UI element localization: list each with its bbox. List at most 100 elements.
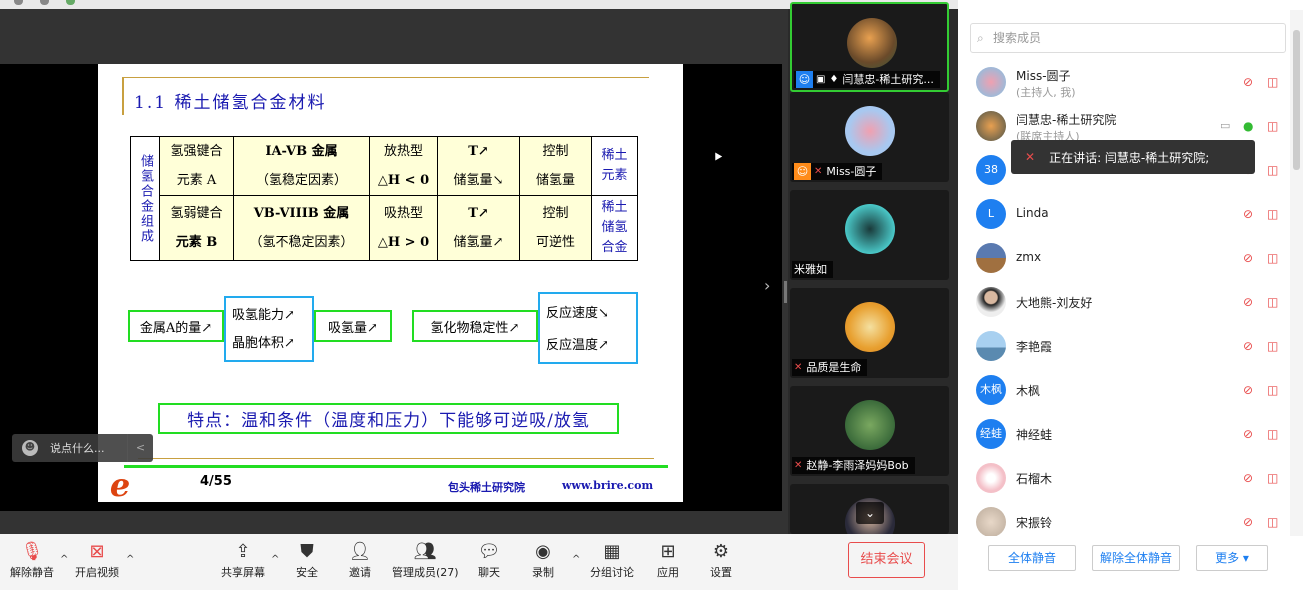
breakout-button[interactable]: ▦ 分组讨论 bbox=[588, 540, 636, 584]
mic-muted-icon[interactable]: ⊘ bbox=[1243, 339, 1255, 353]
camera-off-icon[interactable]: ◫ bbox=[1267, 515, 1281, 529]
gear-icon: ⚙ bbox=[712, 541, 730, 562]
scrollbar-thumb[interactable] bbox=[1293, 30, 1300, 170]
mic-muted-icon: ✕ bbox=[1025, 150, 1036, 164]
mic-active-icon[interactable]: ● bbox=[1243, 119, 1253, 133]
table-cell: T↗ bbox=[468, 206, 489, 221]
speaking-tooltip: ✕ 正在讲话: 闫慧忠-稀土研究院; bbox=[1011, 140, 1255, 174]
record-button[interactable]: ◉ 录制 bbox=[528, 540, 558, 584]
security-button[interactable]: ⛊ 安全 bbox=[290, 540, 324, 584]
participant-row[interactable]: 宋振铃 ⊘ ◫ bbox=[958, 500, 1288, 536]
camera-off-icon[interactable]: ◫ bbox=[1267, 427, 1281, 441]
panel-scrollbar[interactable] bbox=[1290, 10, 1303, 590]
chevron-up-icon[interactable]: ^ bbox=[60, 554, 68, 565]
breakout-icon: ▦ bbox=[603, 541, 621, 562]
camera-off-icon[interactable]: ◫ bbox=[1267, 251, 1281, 265]
video-tile[interactable]: ☺ ▣ ♦ 闫慧忠-稀土研究... bbox=[790, 2, 949, 92]
chat-button[interactable]: 💬︎ 聊天 bbox=[474, 540, 504, 584]
unmute-button[interactable]: 🎙︎ 解除静音 bbox=[8, 540, 56, 584]
camera-off-icon[interactable]: ◫ bbox=[1267, 471, 1281, 485]
mic-muted-icon[interactable]: ⊘ bbox=[1243, 295, 1255, 309]
chevron-up-icon[interactable]: ^ bbox=[271, 554, 279, 565]
participant-row[interactable]: L Linda ⊘ ◫ bbox=[958, 192, 1288, 236]
participant-row[interactable]: 石榴木 ⊘ ◫ bbox=[958, 456, 1288, 500]
mic-muted-icon[interactable]: ⊘ bbox=[1243, 207, 1255, 221]
table-cell: IA-VB 金属 bbox=[265, 144, 338, 159]
participant-row[interactable]: Miss-圆子 (主持人, 我) ⊘ ◫ bbox=[958, 60, 1288, 104]
slide-org: 包头稀土研究院 bbox=[448, 481, 525, 494]
avatar bbox=[976, 331, 1006, 361]
member-search-input[interactable]: ⌕ 搜索成员 bbox=[970, 23, 1286, 53]
mic-muted-icon[interactable]: ⊘ bbox=[1243, 427, 1255, 441]
chevron-up-icon[interactable]: ^ bbox=[572, 554, 580, 565]
participant-row[interactable]: 李艳霞 ⊘ ◫ bbox=[958, 324, 1288, 368]
participant-name: 大地熊-刘友好 bbox=[1016, 296, 1093, 310]
mic-muted-icon: ✕ bbox=[794, 460, 803, 471]
chat-collapse-button[interactable]: < bbox=[127, 434, 153, 462]
share-screen-button[interactable]: ⇪ 共享屏幕 bbox=[218, 540, 268, 584]
video-tile[interactable]: ☺ ✕ Miss-圆子 bbox=[790, 92, 949, 182]
avatar: L bbox=[976, 199, 1006, 229]
invite-button[interactable]: 👤︎ 邀请 bbox=[344, 540, 376, 584]
start-video-button[interactable]: ⊠ 开启视频 bbox=[72, 540, 122, 584]
mic-muted-icon[interactable]: ⊘ bbox=[1243, 75, 1255, 89]
participant-name: Linda bbox=[1016, 206, 1049, 220]
mic-muted-icon[interactable]: ⊘ bbox=[1243, 515, 1255, 529]
video-tile[interactable]: ✕ 赵静-李雨泽妈妈Bob bbox=[790, 386, 949, 476]
table-cell: △H > 0 bbox=[377, 235, 430, 250]
participant-row[interactable]: 大地熊-刘友好 ⊘ ◫ bbox=[958, 280, 1288, 324]
camera-off-icon[interactable]: ◫ bbox=[1267, 339, 1281, 353]
video-tile[interactable]: ⌄ bbox=[790, 484, 949, 534]
avatar bbox=[845, 302, 895, 352]
apps-button[interactable]: ⊞ 应用 bbox=[654, 540, 682, 584]
camera-off-icon[interactable]: ◫ bbox=[1267, 295, 1281, 309]
mic-muted-icon[interactable]: ⊘ bbox=[1243, 471, 1255, 485]
collapse-arrow-icon[interactable]: › bbox=[764, 276, 770, 295]
settings-button[interactable]: ⚙ 设置 bbox=[706, 540, 736, 584]
mute-all-button[interactable]: 全体静音 bbox=[988, 545, 1076, 571]
camera-off-icon[interactable]: ◫ bbox=[1267, 207, 1281, 221]
panel-footer: 全体静音 解除全体静音 更多 ▾ bbox=[958, 536, 1303, 590]
breakout-label: 分组讨论 bbox=[590, 566, 634, 579]
video-tile[interactable]: 米雅如 bbox=[790, 190, 949, 280]
camera-off-icon[interactable]: ◫ bbox=[1267, 119, 1281, 133]
participant-name: 石榴木 bbox=[1016, 472, 1053, 486]
video-tile-label: ☺ ▣ ♦ 闫慧忠-稀土研究... bbox=[794, 71, 940, 88]
resize-handle[interactable] bbox=[784, 281, 787, 303]
shield-icon: ⛊ bbox=[300, 541, 314, 562]
settings-label: 设置 bbox=[710, 566, 732, 579]
participant-row[interactable]: zmx ⊘ ◫ bbox=[958, 236, 1288, 280]
host-icon: ☺ bbox=[796, 71, 813, 88]
flow1-box-a: 金属A的量↗ bbox=[128, 310, 224, 342]
mic-muted-icon[interactable]: ⊘ bbox=[1243, 383, 1255, 397]
search-placeholder: 搜索成员 bbox=[993, 31, 1042, 45]
avatar bbox=[976, 507, 1006, 536]
flow2-box-a: 氢化物稳定性↗ bbox=[412, 310, 538, 342]
camera-off-icon[interactable]: ◫ bbox=[1267, 383, 1281, 397]
camera-off-icon[interactable]: ◫ bbox=[1267, 75, 1281, 89]
more-button[interactable]: 更多 ▾ bbox=[1196, 545, 1268, 571]
meeting-toolbar: 🎙︎ 解除静音 ^ ⊠ 开启视频 ^ ⇪ 共享屏幕 ^ ⛊ 安全 👤︎ 邀请 👥… bbox=[0, 534, 958, 590]
video-tile-label: ☺ ✕ Miss-圆子 bbox=[792, 163, 883, 180]
manage-members-button[interactable]: 👥︎ 管理成员(27) bbox=[392, 540, 459, 584]
chevron-up-icon[interactable]: ^ bbox=[126, 554, 134, 565]
share-screen-label: 共享屏幕 bbox=[221, 566, 265, 579]
participant-row[interactable]: 木枫 木枫 ⊘ ◫ bbox=[958, 368, 1288, 412]
unmute-all-button[interactable]: 解除全体静音 bbox=[1092, 545, 1180, 571]
chat-input[interactable]: ☻ 说点什么... < bbox=[12, 434, 153, 462]
participant-row[interactable]: 经蛙 神经蛙 ⊘ ◫ bbox=[958, 412, 1288, 456]
chat-label: 聊天 bbox=[478, 566, 500, 579]
video-tile[interactable]: ✕ 品质是生命 bbox=[790, 288, 949, 378]
speaking-text: 正在讲话: 闫慧忠-稀土研究院; bbox=[1049, 150, 1210, 165]
slide-url: www.brire.com bbox=[562, 479, 654, 492]
search-icon: ⌕ bbox=[977, 31, 984, 45]
end-meeting-button[interactable]: 结束会议 bbox=[848, 542, 925, 578]
mic-muted-icon: ✕ bbox=[794, 362, 803, 373]
mic-muted-icon[interactable]: ⊘ bbox=[1243, 251, 1255, 265]
video-tile-label: 米雅如 bbox=[792, 261, 833, 278]
emoji-icon[interactable]: ☻ bbox=[22, 440, 38, 456]
mic-muted-icon: ✕ bbox=[814, 166, 823, 177]
scroll-down-icon[interactable]: ⌄ bbox=[856, 502, 884, 524]
camera-off-icon[interactable]: ◫ bbox=[1267, 163, 1281, 177]
add-user-icon: 👤︎ bbox=[348, 541, 372, 562]
